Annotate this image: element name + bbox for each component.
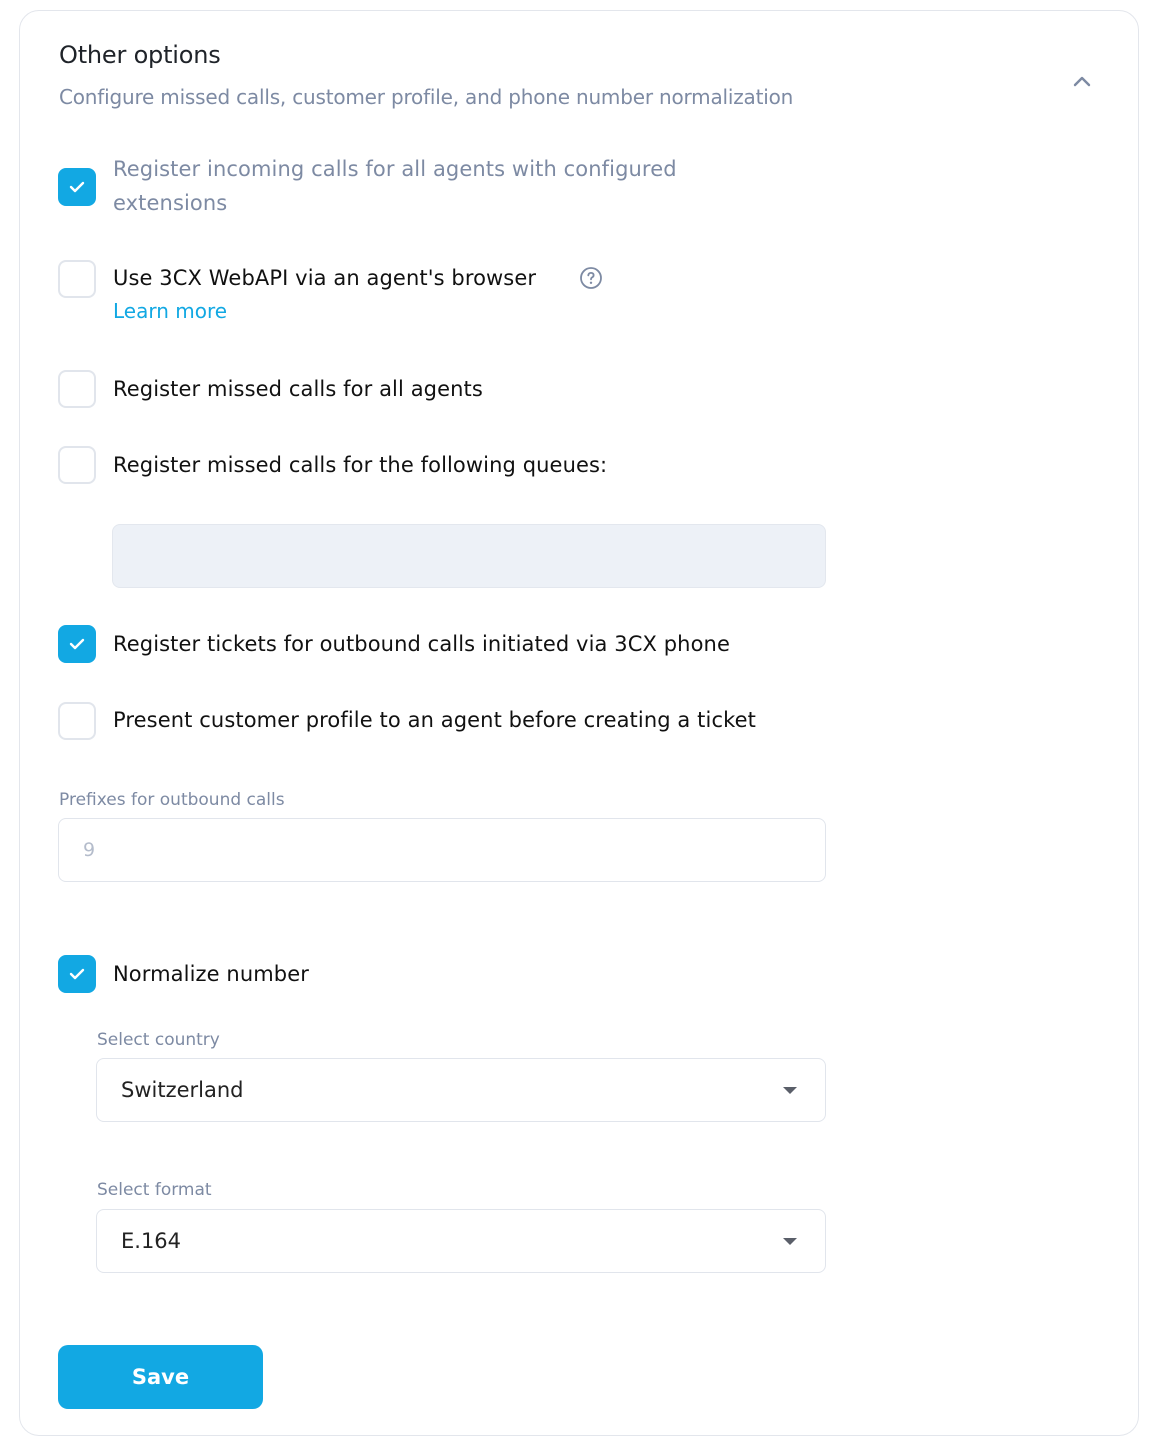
collapse-chevron-up-icon[interactable]	[1068, 67, 1096, 95]
checkmark-icon	[69, 638, 85, 650]
missed-all-label: Register missed calls for all agents	[113, 377, 483, 401]
checkmark-icon	[69, 181, 85, 193]
missed-queues-label: Register missed calls for the following …	[113, 453, 608, 477]
incoming-calls-label: Register incoming calls for all agents w…	[113, 157, 677, 215]
country-select[interactable]: Switzerland	[96, 1058, 826, 1122]
normalize-checkbox[interactable]	[58, 955, 96, 993]
prefixes-label: Prefixes for outbound calls	[59, 790, 285, 810]
other-options-card: Other options Configure missed calls, cu…	[19, 10, 1139, 1436]
webapi-checkbox[interactable]	[58, 260, 96, 298]
caret-down-icon	[783, 1237, 797, 1245]
format-select[interactable]: E.164	[96, 1209, 826, 1273]
customer-profile-checkbox[interactable]	[58, 702, 96, 740]
checkmark-icon	[69, 968, 85, 980]
caret-down-icon	[783, 1086, 797, 1094]
country-value: Switzerland	[121, 1078, 244, 1102]
help-question-icon[interactable]	[579, 266, 603, 290]
webapi-label: Use 3CX WebAPI via an agent's browser	[113, 266, 537, 290]
section-title: Other options	[59, 41, 221, 69]
incoming-calls-checkbox[interactable]	[58, 168, 96, 206]
normalize-label: Normalize number	[113, 962, 309, 986]
country-label: Select country	[97, 1030, 220, 1050]
format-value: E.164	[121, 1229, 182, 1253]
missed-all-checkbox[interactable]	[58, 370, 96, 408]
outbound-tickets-checkbox[interactable]	[58, 625, 96, 663]
section-subtitle: Configure missed calls, customer profile…	[59, 85, 794, 109]
outbound-tickets-label: Register tickets for outbound calls init…	[113, 632, 730, 656]
format-label: Select format	[97, 1180, 212, 1200]
missed-queues-checkbox[interactable]	[58, 446, 96, 484]
save-button[interactable]: Save	[58, 1345, 263, 1409]
prefixes-input[interactable]	[58, 818, 826, 882]
customer-profile-label: Present customer profile to an agent bef…	[113, 708, 756, 732]
queues-input[interactable]	[112, 524, 826, 588]
learn-more-link[interactable]: Learn more	[113, 299, 227, 323]
